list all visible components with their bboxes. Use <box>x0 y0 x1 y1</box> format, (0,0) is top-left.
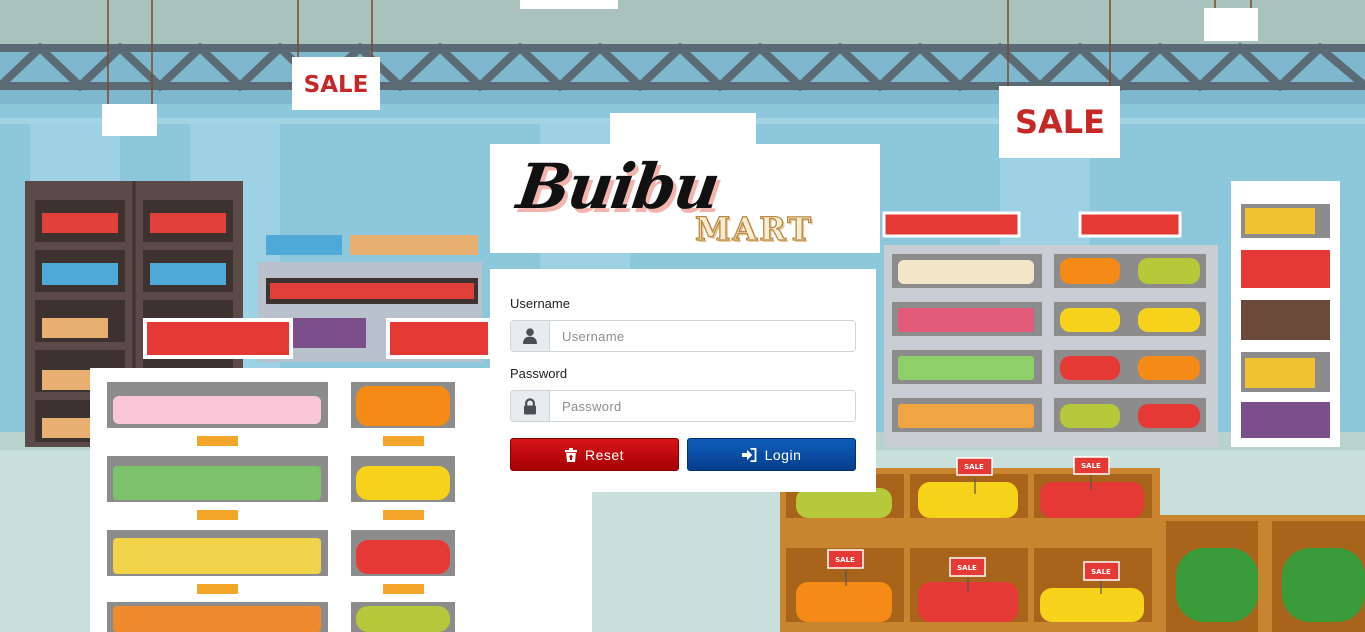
lock-icon <box>511 391 550 421</box>
price-tag-5: SALE <box>1091 568 1111 576</box>
reset-label: Reset <box>584 446 625 463</box>
login-form: Username Password Reset <box>490 269 876 492</box>
sign-in-icon <box>741 447 757 462</box>
login-button[interactable]: Login <box>687 438 856 471</box>
password-input-group <box>510 390 856 422</box>
sale-sign-left: SALE <box>304 72 369 98</box>
price-tag-2: SALE <box>1081 462 1101 470</box>
password-input[interactable] <box>550 391 855 421</box>
trash-icon <box>564 447 577 462</box>
sale-sign-right: SALE <box>1015 103 1105 141</box>
price-tag-4: SALE <box>957 564 977 572</box>
username-input-group <box>510 320 856 352</box>
price-tag-3: SALE <box>835 556 855 564</box>
username-label: Username <box>510 296 570 311</box>
reset-button[interactable]: Reset <box>510 438 679 471</box>
username-input[interactable] <box>550 321 855 351</box>
user-icon <box>511 321 550 351</box>
password-label: Password <box>510 366 568 381</box>
price-tag-1: SALE <box>964 463 984 471</box>
login-label: Login <box>764 446 802 463</box>
brand-logo: Buibu MART <box>490 144 880 253</box>
logo-brand-text: Buibu <box>512 150 723 223</box>
logo-sub-text: MART <box>694 209 814 248</box>
